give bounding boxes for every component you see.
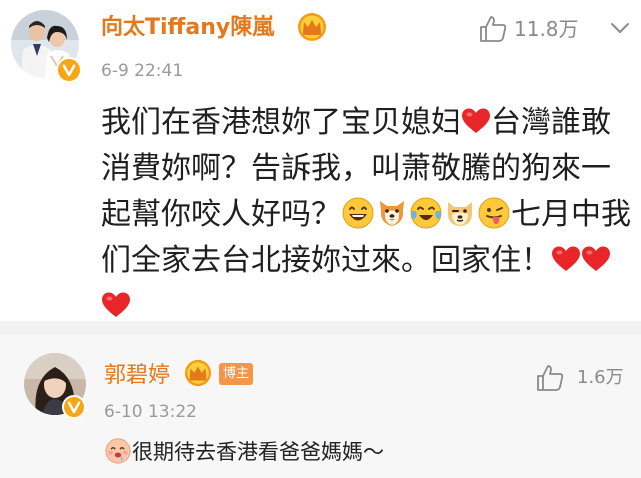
- tongue-out-face-icon: [478, 197, 510, 229]
- comment-username[interactable]: 郭碧婷: [104, 362, 170, 390]
- vip-crown-icon: [184, 359, 212, 387]
- comment-item: 向太Tiffany陳嵐 6-9 22:41 11.8万 我们在香港想妳了宝贝媳妇…: [0, 0, 641, 321]
- comment-text: 起幫你咬人好吗？: [101, 197, 341, 232]
- comment-line: 我们在香港想妳了宝贝媳妇 台灣誰敢: [101, 100, 631, 146]
- dog-face-icon: [376, 197, 408, 229]
- comment-timestamp: 6-9 22:41: [101, 61, 184, 81]
- vip-crown-icon: [298, 13, 326, 41]
- comment-text: 们全家去台北接妳过來。回家住！: [101, 243, 551, 278]
- laughing-face-icon: [342, 197, 374, 229]
- author-badge: 博主: [219, 363, 254, 385]
- comment-username[interactable]: 向太Tiffany陳嵐: [101, 14, 274, 42]
- doge-face-icon: [444, 197, 476, 229]
- like-count: 1.6万: [577, 367, 624, 388]
- comment-timestamp: 6-10 13:22: [104, 402, 197, 422]
- comment-text: 很期待去香港看爸爸媽媽～: [132, 440, 384, 464]
- comment-line: 起幫你咬人好吗？ 七月中我: [101, 192, 631, 238]
- thumbs-up-outline-icon: [537, 365, 564, 391]
- comment-text: 消費妳啊？告訴我，叫萧敬騰的狗來一: [101, 151, 611, 186]
- weibo-comment-thread: 向太Tiffany陳嵐 6-9 22:41 11.8万 我们在香港想妳了宝贝媳妇…: [0, 0, 641, 478]
- thumbs-up-outline-icon: [480, 16, 507, 42]
- verified-v-icon: [62, 395, 86, 419]
- comment-text: 七月中我: [511, 197, 631, 232]
- comment-line: 消費妳啊？告訴我，叫萧敬騰的狗來一: [101, 146, 631, 192]
- comment-body: 很期待去香港看爸爸媽媽～: [104, 437, 384, 467]
- heart-emoji-icon: [551, 245, 581, 273]
- comment-text: 我们在香港想妳了宝贝媳妇: [101, 105, 461, 140]
- comment-body: 我们在香港想妳了宝贝媳妇 台灣誰敢 消費妳啊？告訴我，叫萧敬騰的狗來一 起幫你咬人好吗…: [101, 100, 631, 330]
- comment-item: 郭碧婷 博主 6-10 13:22 1.6万 很期待去香港看爸爸媽媽～: [0, 335, 641, 478]
- comment-text: 台灣誰敢: [491, 105, 611, 140]
- tears-of-joy-icon: [410, 197, 442, 229]
- chevron-down-icon[interactable]: [608, 18, 632, 38]
- heart-emoji-icon: [461, 107, 491, 135]
- comment-line: 很期待去香港看爸爸媽媽～: [104, 438, 384, 464]
- drooling-face-icon: [105, 438, 131, 464]
- section-divider: [0, 321, 641, 335]
- heart-emoji-icon: [581, 245, 611, 273]
- verified-v-icon: [56, 57, 82, 83]
- comment-line: 们全家去台北接妳过來。回家住！: [101, 238, 631, 284]
- heart-emoji-icon: [101, 291, 131, 319]
- like-count: 11.8万: [514, 17, 579, 41]
